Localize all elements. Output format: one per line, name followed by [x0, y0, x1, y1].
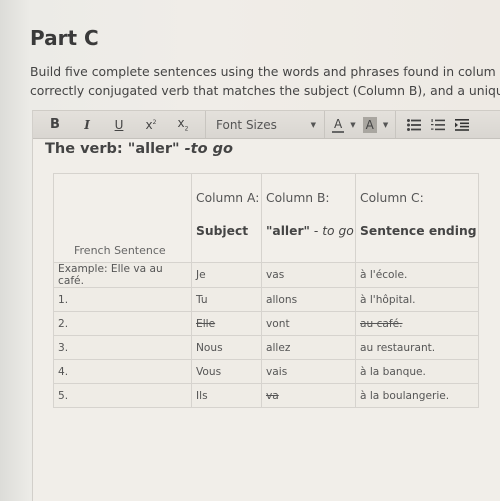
- conjugation-table: French Sentence Column A: Subject Column…: [53, 173, 479, 408]
- italic-button[interactable]: I: [71, 114, 103, 136]
- table-row: 4. Vous vais à la banque.: [53, 359, 479, 384]
- sentence-cell[interactable]: 2.: [53, 311, 192, 336]
- subscript-icon: x2: [177, 116, 189, 133]
- sentence-cell[interactable]: Example: Elle va au café.: [53, 262, 192, 288]
- verb-cell[interactable]: allez: [261, 335, 356, 360]
- chevron-down-icon: ▼: [350, 120, 356, 129]
- superscript-button[interactable]: x2: [135, 114, 167, 136]
- ending-cell[interactable]: à l'école.: [355, 262, 479, 288]
- numbered-list-icon: [431, 118, 446, 130]
- table-row: 3. Nous allez au restaurant.: [53, 335, 479, 360]
- sentence-cell[interactable]: 3.: [53, 335, 192, 360]
- table-row: 2. Elle vont au café.: [53, 311, 479, 336]
- subject-cell-struck[interactable]: Elle: [191, 311, 262, 336]
- instructions-line-1: Build five complete sentences using the …: [30, 64, 496, 79]
- header-column-b: Column B: "aller" - to go: [261, 173, 356, 263]
- subject-cell[interactable]: Tu: [191, 287, 262, 312]
- header-column-a: Column A: Subject: [191, 173, 262, 263]
- bulleted-list-icon: [407, 118, 422, 131]
- instructions-line-2: correctly conjugated verb that matches t…: [30, 83, 500, 98]
- font-size-group: Font Sizes ▼: [206, 111, 325, 138]
- bold-button[interactable]: B: [39, 114, 71, 136]
- editor-toolbar: B I U x2 x2 Font Sizes ▼ A ▼ A ▼: [33, 111, 500, 139]
- ending-cell-struck[interactable]: au café.: [355, 311, 479, 336]
- table-row: Example: Elle va au café. Je vas à l'éco…: [53, 262, 479, 288]
- numbered-list-button[interactable]: [426, 114, 450, 136]
- editor-content[interactable]: The verb: "aller" -to go: [45, 141, 500, 157]
- page: Part C Build five complete sentences usi…: [0, 0, 500, 501]
- format-group: B I U x2 x2: [33, 111, 206, 138]
- text-color-button[interactable]: A ▼: [325, 114, 363, 136]
- sentence-cell[interactable]: 1.: [53, 287, 192, 312]
- font-sizes-label: Font Sizes: [216, 117, 277, 132]
- subject-cell[interactable]: Ils: [191, 383, 262, 408]
- verb-cell[interactable]: vont: [261, 311, 356, 336]
- text-color-icon: A: [332, 116, 345, 133]
- indent-button[interactable]: [450, 114, 474, 136]
- background-color-icon: A: [362, 116, 377, 133]
- page-title: Part C: [30, 26, 99, 50]
- ending-cell[interactable]: au restaurant.: [355, 335, 479, 360]
- header-french-sentence: French Sentence: [53, 173, 192, 263]
- rich-text-editor[interactable]: B I U x2 x2 Font Sizes ▼ A ▼ A ▼ The ver…: [32, 110, 500, 501]
- instructions: Build five complete sentences using the …: [30, 62, 500, 100]
- bulleted-list-button[interactable]: [402, 114, 426, 136]
- sentence-cell[interactable]: 5.: [53, 383, 192, 408]
- superscript-icon: x2: [145, 117, 157, 132]
- list-group: [396, 111, 474, 138]
- table-header-row: French Sentence Column A: Subject Column…: [53, 173, 479, 263]
- chevron-down-icon: ▼: [310, 120, 316, 129]
- table-row: 1. Tu allons à l'hôpital.: [53, 287, 479, 312]
- ending-cell[interactable]: à l'hôpital.: [355, 287, 479, 312]
- ending-cell[interactable]: à la banque.: [355, 359, 479, 384]
- verb-cell[interactable]: vas: [261, 262, 356, 288]
- ending-cell[interactable]: à la boulangerie.: [355, 383, 479, 408]
- indent-icon: [455, 118, 470, 131]
- subject-cell[interactable]: Je: [191, 262, 262, 288]
- subject-cell[interactable]: Nous: [191, 335, 262, 360]
- table-row: 5. Ils va à la boulangerie.: [53, 383, 479, 408]
- background-color-button[interactable]: A ▼: [362, 114, 396, 136]
- verb-cell[interactable]: allons: [261, 287, 356, 312]
- verb-cell[interactable]: vais: [261, 359, 356, 384]
- verb-heading: The verb: "aller" -to go: [45, 141, 233, 157]
- verb-cell-struck[interactable]: va: [261, 383, 356, 408]
- underline-button[interactable]: U: [103, 114, 135, 136]
- subscript-button[interactable]: x2: [167, 114, 199, 136]
- chevron-down-icon: ▼: [382, 120, 389, 129]
- font-sizes-dropdown[interactable]: Font Sizes ▼: [206, 114, 324, 136]
- subject-cell[interactable]: Vous: [191, 359, 262, 384]
- color-group: A ▼ A ▼: [325, 111, 397, 138]
- sentence-cell[interactable]: 4.: [53, 359, 192, 384]
- header-column-c: Column C: Sentence ending: [355, 173, 479, 263]
